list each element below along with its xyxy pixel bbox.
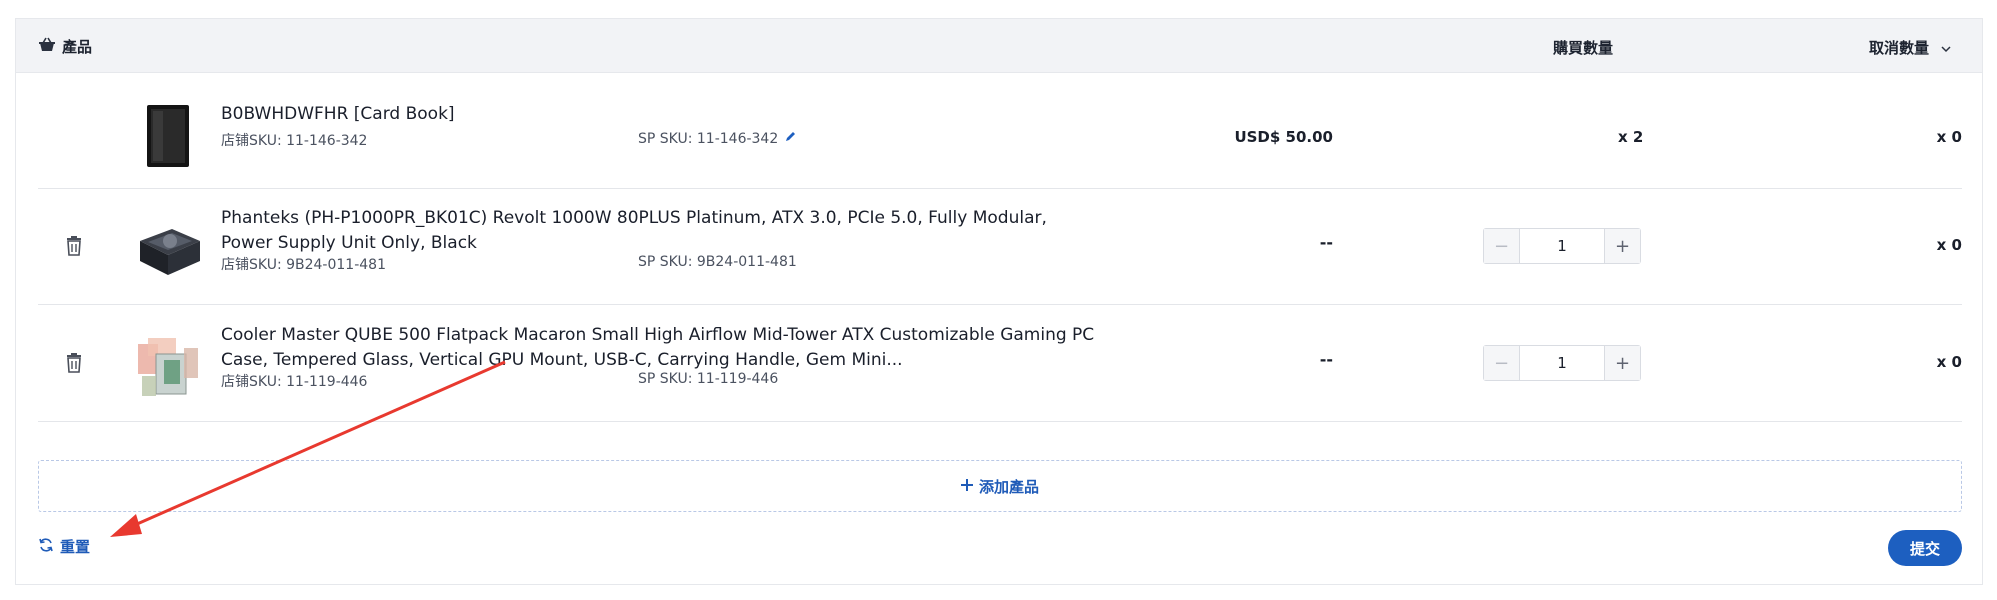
decrement-button[interactable]: − — [1484, 229, 1520, 263]
quantity-stepper: − 1 + — [1483, 228, 1641, 264]
cancel-qty: x 0 — [1936, 128, 1962, 146]
sp-sku-text: SP SKU: 11-146-342 — [638, 130, 779, 147]
store-sku: 店铺SKU: 11-146-342 — [221, 133, 368, 149]
cancel-qty-header-label: 取消數量 — [1869, 39, 1930, 57]
sp-sku: SP SKU: 11-146-342 — [638, 130, 797, 147]
product-name: B0BWHDWFHR [Card Book] — [221, 104, 455, 124]
product-image-flatpack-case — [134, 334, 204, 404]
product-name: Cooler Master QUBE 500 Flatpack Macaron … — [221, 325, 1095, 370]
chevron-down-icon[interactable] — [1941, 39, 1951, 57]
plus-icon — [960, 477, 973, 495]
sp-sku: SP SKU: 11-119-446 — [638, 371, 779, 387]
buy-qty-header: 購買數量 — [1553, 39, 1614, 57]
add-product-label: 添加產品 — [978, 477, 1039, 496]
table-row: B0BWHDWFHR [Card Book] 店铺SKU: 11-146-342… — [38, 73, 1962, 189]
unit-price: USD$ 50.00 — [1234, 128, 1333, 146]
unit-price: -- — [1319, 350, 1333, 369]
product-column-header: 產品 — [38, 36, 92, 57]
basket-icon — [38, 37, 56, 57]
increment-button[interactable]: + — [1604, 229, 1640, 263]
add-product-button[interactable]: 添加產品 — [38, 460, 1962, 512]
reset-button[interactable]: 重置 — [38, 536, 90, 557]
quantity-stepper: − 1 + — [1483, 345, 1641, 381]
refresh-icon — [38, 537, 54, 557]
trash-icon[interactable] — [64, 352, 84, 374]
order-panel: 產品 購買數量 取消數量 B0BWHDWFHR [Card Book] 店铺SK… — [15, 18, 1983, 585]
table-row: Phanteks (PH-P1000PR_BK01C) Revolt 1000W… — [38, 189, 1962, 305]
product-image-psu — [134, 217, 204, 287]
cancel-qty: x 0 — [1936, 236, 1962, 254]
sp-sku: SP SKU: 9B24-011-481 — [638, 254, 797, 270]
cancel-qty: x 0 — [1936, 353, 1962, 371]
edit-pencil-icon[interactable] — [784, 130, 797, 147]
quantity-value[interactable]: 1 — [1520, 229, 1604, 263]
decrement-button[interactable]: − — [1484, 346, 1520, 380]
trash-icon[interactable] — [64, 235, 84, 257]
submit-button[interactable]: 提交 — [1888, 530, 1962, 566]
unit-price: -- — [1319, 233, 1333, 252]
product-image-pc-case — [134, 101, 204, 171]
increment-button[interactable]: + — [1604, 346, 1640, 380]
buy-qty: x 2 — [1618, 128, 1644, 146]
reset-label: 重置 — [60, 538, 91, 556]
table-header: 產品 購買數量 取消數量 — [16, 19, 1982, 73]
product-name: Phanteks (PH-P1000PR_BK01C) Revolt 1000W… — [221, 208, 1047, 253]
quantity-value[interactable]: 1 — [1520, 346, 1604, 380]
product-header-label: 產品 — [62, 38, 93, 56]
store-sku: 店铺SKU: 11-119-446 — [221, 374, 368, 390]
cancel-qty-header[interactable]: 取消數量 — [1869, 37, 1951, 58]
store-sku: 店铺SKU: 9B24-011-481 — [221, 257, 386, 273]
table-row: Cooler Master QUBE 500 Flatpack Macaron … — [38, 306, 1962, 422]
